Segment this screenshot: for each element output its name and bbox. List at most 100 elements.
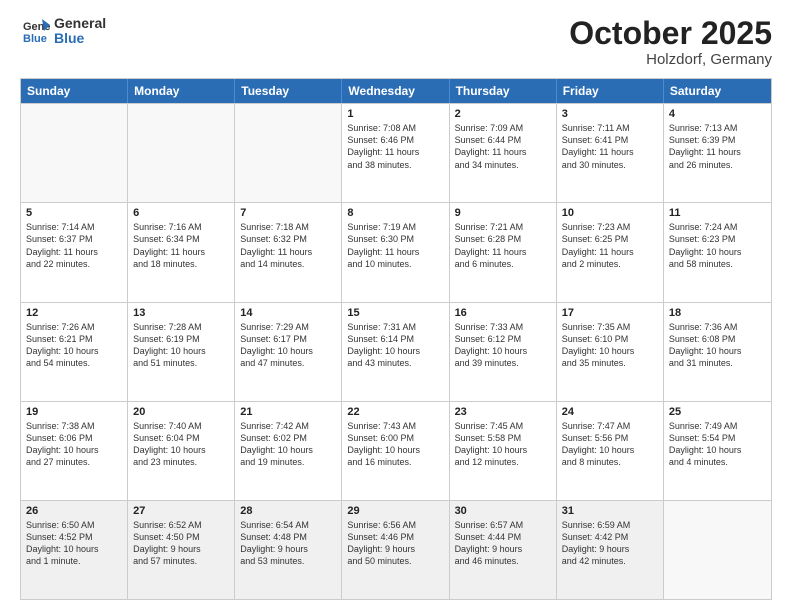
calendar-cell: 15 Sunrise: 7:31 AMSunset: 6:14 PMDayligh… xyxy=(342,303,449,401)
calendar-cell: 19Sunrise: 7:38 AMSunset: 6:06 PMDayligh… xyxy=(21,402,128,500)
day-number: 2 xyxy=(455,108,551,120)
location: Holzdorf, Germany xyxy=(569,51,772,68)
weekday-header: Monday xyxy=(128,79,235,103)
calendar: SundayMondayTuesdayWednesdayThursdayFrid… xyxy=(20,78,772,600)
weekday-header: Saturday xyxy=(664,79,771,103)
cell-text: Sunrise: 7:23 AMSunset: 6:25 PMDaylight:… xyxy=(562,221,658,270)
cell-text: Sunrise: 7:14 AMSunset: 6:37 PMDaylight:… xyxy=(26,221,122,270)
weekday-header: Thursday xyxy=(450,79,557,103)
calendar-cell xyxy=(21,104,128,202)
cell-text: Sunrise: 7:13 AMSunset: 6:39 PMDaylight:… xyxy=(669,122,766,171)
calendar-cell: 3Sunrise: 7:11 AMSunset: 6:41 PMDaylight… xyxy=(557,104,664,202)
day-number: 17 xyxy=(562,307,658,319)
cell-text: Sunrise: 7:45 AMSunset: 5:58 PMDaylight:… xyxy=(455,420,551,469)
cell-text: Sunrise: 6:52 AMSunset: 4:50 PMDaylight:… xyxy=(133,519,229,568)
calendar-cell: 18 Sunrise: 7:36 AMSunset: 6:08 PMDayligh… xyxy=(664,303,771,401)
calendar-cell: 30 Sunrise: 6:57 AMSunset: 4:44 PMDayligh… xyxy=(450,501,557,599)
weekday-header: Tuesday xyxy=(235,79,342,103)
day-number: 26 xyxy=(26,505,122,517)
cell-text: Sunrise: 7:36 AMSunset: 6:08 PMDaylight:… xyxy=(669,321,766,370)
day-number: 29 xyxy=(347,505,443,517)
day-number: 10 xyxy=(562,207,658,219)
calendar-cell: 13Sunrise: 7:28 AMSunset: 6:19 PMDayligh… xyxy=(128,303,235,401)
calendar-header: SundayMondayTuesdayWednesdayThursdayFrid… xyxy=(21,79,771,103)
cell-text: Sunrise: 7:38 AMSunset: 6:06 PMDaylight:… xyxy=(26,420,122,469)
cell-text: Sunrise: 6:59 AMSunset: 4:42 PMDaylight:… xyxy=(562,519,658,568)
calendar-cell: 7Sunrise: 7:18 AMSunset: 6:32 PMDaylight… xyxy=(235,203,342,301)
cell-text: Sunrise: 7:35 AMSunset: 6:10 PMDaylight:… xyxy=(562,321,658,370)
calendar-row: 26 Sunrise: 6:50 AMSunset: 4:52 PMDayligh… xyxy=(21,500,771,599)
day-number: 15 xyxy=(347,307,443,319)
month-year: October 2025 xyxy=(569,16,772,51)
cell-text: Sunrise: 7:40 AMSunset: 6:04 PMDaylight:… xyxy=(133,420,229,469)
cell-text: Sunrise: 7:43 AMSunset: 6:00 PMDaylight:… xyxy=(347,420,443,469)
calendar-body: 1 Sunrise: 7:08 AMSunset: 6:46 PMDaylight… xyxy=(21,103,771,599)
calendar-cell: 20 Sunrise: 7:40 AMSunset: 6:04 PMDayligh… xyxy=(128,402,235,500)
calendar-cell: 10 Sunrise: 7:23 AMSunset: 6:25 PMDayligh… xyxy=(557,203,664,301)
day-number: 5 xyxy=(26,207,122,219)
day-number: 12 xyxy=(26,307,122,319)
cell-text: Sunrise: 7:31 AMSunset: 6:14 PMDaylight:… xyxy=(347,321,443,370)
weekday-header: Friday xyxy=(557,79,664,103)
calendar-cell: 25 Sunrise: 7:49 AMSunset: 5:54 PMDayligh… xyxy=(664,402,771,500)
calendar-cell: 11 Sunrise: 7:24 AMSunset: 6:23 PMDayligh… xyxy=(664,203,771,301)
calendar-cell: 5 Sunrise: 7:14 AMSunset: 6:37 PMDaylight… xyxy=(21,203,128,301)
calendar-cell: 8 Sunrise: 7:19 AMSunset: 6:30 PMDaylight… xyxy=(342,203,449,301)
calendar-row: 19Sunrise: 7:38 AMSunset: 6:06 PMDayligh… xyxy=(21,401,771,500)
weekday-header: Sunday xyxy=(21,79,128,103)
day-number: 11 xyxy=(669,207,766,219)
day-number: 30 xyxy=(455,505,551,517)
calendar-cell xyxy=(664,501,771,599)
title-block: October 2025 Holzdorf, Germany xyxy=(569,16,772,68)
cell-text: Sunrise: 7:24 AMSunset: 6:23 PMDaylight:… xyxy=(669,221,766,270)
cell-text: Sunrise: 7:19 AMSunset: 6:30 PMDaylight:… xyxy=(347,221,443,270)
svg-text:Blue: Blue xyxy=(23,33,47,45)
cell-text: Sunrise: 6:54 AMSunset: 4:48 PMDaylight:… xyxy=(240,519,336,568)
cell-text: Sunrise: 7:42 AMSunset: 6:02 PMDaylight:… xyxy=(240,420,336,469)
calendar-cell: 4 Sunrise: 7:13 AMSunset: 6:39 PMDaylight… xyxy=(664,104,771,202)
day-number: 31 xyxy=(562,505,658,517)
calendar-cell: 27Sunrise: 6:52 AMSunset: 4:50 PMDayligh… xyxy=(128,501,235,599)
day-number: 1 xyxy=(347,108,443,120)
calendar-cell: 12 Sunrise: 7:26 AMSunset: 6:21 PMDayligh… xyxy=(21,303,128,401)
header: General Blue General Blue October 2025 H… xyxy=(20,16,772,68)
cell-text: Sunrise: 6:57 AMSunset: 4:44 PMDaylight:… xyxy=(455,519,551,568)
calendar-cell: 28 Sunrise: 6:54 AMSunset: 4:48 PMDayligh… xyxy=(235,501,342,599)
calendar-cell: 31 Sunrise: 6:59 AMSunset: 4:42 PMDayligh… xyxy=(557,501,664,599)
cell-text: Sunrise: 6:56 AMSunset: 4:46 PMDaylight:… xyxy=(347,519,443,568)
calendar-cell: 16 Sunrise: 7:33 AMSunset: 6:12 PMDayligh… xyxy=(450,303,557,401)
logo: General Blue General Blue xyxy=(20,16,106,47)
day-number: 9 xyxy=(455,207,551,219)
cell-text: Sunrise: 7:28 AMSunset: 6:19 PMDaylight:… xyxy=(133,321,229,370)
cell-text: Sunrise: 7:47 AMSunset: 5:56 PMDaylight:… xyxy=(562,420,658,469)
weekday-header: Wednesday xyxy=(342,79,449,103)
calendar-row: 12 Sunrise: 7:26 AMSunset: 6:21 PMDayligh… xyxy=(21,302,771,401)
calendar-row: 5 Sunrise: 7:14 AMSunset: 6:37 PMDaylight… xyxy=(21,202,771,301)
calendar-cell: 9Sunrise: 7:21 AMSunset: 6:28 PMDaylight… xyxy=(450,203,557,301)
day-number: 28 xyxy=(240,505,336,517)
cell-text: Sunrise: 7:29 AMSunset: 6:17 PMDaylight:… xyxy=(240,321,336,370)
day-number: 16 xyxy=(455,307,551,319)
page: General Blue General Blue October 2025 H… xyxy=(0,0,792,612)
cell-text: Sunrise: 7:49 AMSunset: 5:54 PMDaylight:… xyxy=(669,420,766,469)
calendar-cell: 14 Sunrise: 7:29 AMSunset: 6:17 PMDayligh… xyxy=(235,303,342,401)
calendar-cell xyxy=(128,104,235,202)
day-number: 21 xyxy=(240,406,336,418)
day-number: 25 xyxy=(669,406,766,418)
calendar-cell xyxy=(235,104,342,202)
day-number: 6 xyxy=(133,207,229,219)
logo-icon: General Blue xyxy=(22,17,50,45)
day-number: 20 xyxy=(133,406,229,418)
day-number: 4 xyxy=(669,108,766,120)
cell-text: Sunrise: 7:11 AMSunset: 6:41 PMDaylight:… xyxy=(562,122,658,171)
cell-text: Sunrise: 7:33 AMSunset: 6:12 PMDaylight:… xyxy=(455,321,551,370)
cell-text: Sunrise: 7:26 AMSunset: 6:21 PMDaylight:… xyxy=(26,321,122,370)
day-number: 18 xyxy=(669,307,766,319)
calendar-cell: 22 Sunrise: 7:43 AMSunset: 6:00 PMDayligh… xyxy=(342,402,449,500)
day-number: 14 xyxy=(240,307,336,319)
cell-text: Sunrise: 7:08 AMSunset: 6:46 PMDaylight:… xyxy=(347,122,443,171)
day-number: 24 xyxy=(562,406,658,418)
day-number: 8 xyxy=(347,207,443,219)
cell-text: Sunrise: 6:50 AMSunset: 4:52 PMDaylight:… xyxy=(26,519,122,568)
day-number: 22 xyxy=(347,406,443,418)
